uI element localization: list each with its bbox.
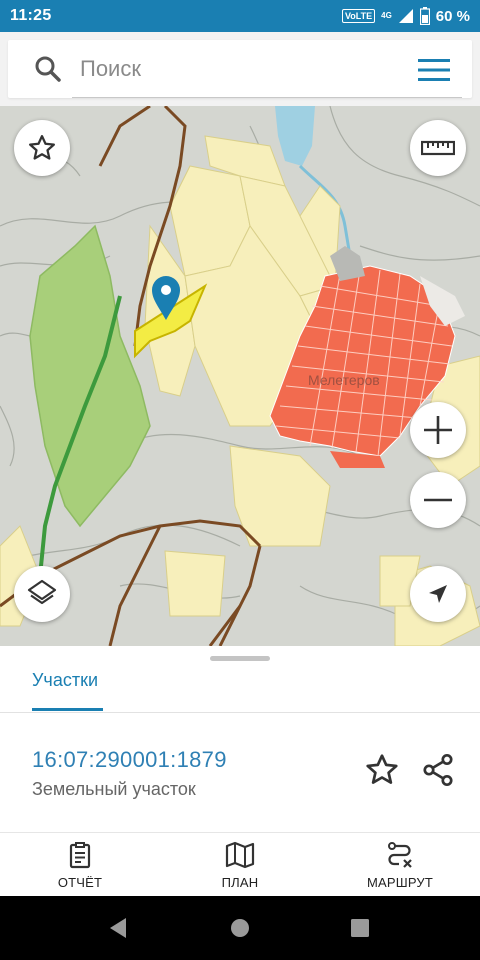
search-bar[interactable]: Поиск	[8, 40, 472, 98]
volte-badge: VoLTE	[341, 9, 376, 23]
status-time: 11:25	[10, 7, 52, 24]
clipboard-icon	[69, 842, 91, 869]
bottom-nav: ОТЧЁТ ПЛАН МАРШРУТ	[0, 832, 480, 896]
battery-icon	[419, 7, 430, 25]
back-icon[interactable]	[108, 917, 128, 939]
system-nav-bar	[0, 896, 480, 960]
parcel-list-item[interactable]: 16:07:290001:1879 Земельный участок	[0, 730, 480, 814]
search-header: Поиск	[0, 32, 480, 106]
layers-button[interactable]	[14, 566, 70, 622]
nav-report[interactable]: ОТЧЁТ	[40, 833, 120, 897]
zoom-in-button[interactable]	[410, 402, 466, 458]
minus-icon	[424, 498, 452, 502]
menu-icon[interactable]	[418, 58, 450, 82]
battery-level: 60 %	[435, 7, 470, 25]
zoom-out-button[interactable]	[410, 472, 466, 528]
status-icons: VoLTE 4G 60 %	[341, 7, 470, 25]
nav-plan[interactable]: ПЛАН	[200, 833, 280, 897]
parcel-cadastral-number[interactable]: 16:07:290001:1879	[32, 747, 227, 773]
bottom-sheet: Участки 16:07:290001:1879 Земельный учас…	[0, 646, 480, 832]
search-icon[interactable]	[34, 55, 62, 83]
sheet-drag-handle[interactable]	[210, 656, 270, 661]
recents-icon[interactable]	[350, 918, 370, 938]
share-icon[interactable]	[420, 752, 456, 788]
nav-route[interactable]: МАРШРУТ	[350, 833, 450, 897]
measure-button[interactable]	[410, 120, 466, 176]
map-settlement-label: Мелетеров	[308, 372, 380, 388]
map-icon	[225, 841, 255, 869]
nav-report-label: ОТЧЁТ	[57, 875, 103, 890]
parcel-type: Земельный участок	[32, 779, 196, 799]
nav-plan-label: ПЛАН	[221, 875, 259, 890]
layers-icon	[27, 579, 57, 605]
search-underline	[72, 97, 462, 98]
ruler-icon	[421, 140, 455, 156]
map-view[interactable]: Мелетеров	[0, 106, 480, 646]
signal-icon	[398, 9, 413, 23]
star-outline-icon[interactable]	[364, 752, 400, 788]
app-screen: 11:25 VoLTE 4G 60 % Поиск Мелетеров Учас…	[0, 0, 480, 960]
search-input[interactable]: Поиск	[80, 56, 141, 82]
favorite-map-button[interactable]	[14, 120, 70, 176]
map-canvas[interactable]	[0, 106, 480, 646]
tab-indicator	[32, 708, 103, 711]
plus-icon	[424, 416, 452, 444]
home-icon[interactable]	[230, 918, 250, 938]
star-outline-icon	[29, 135, 55, 160]
route-icon	[388, 842, 412, 868]
network-type: 4G	[381, 11, 392, 20]
nav-route-label: МАРШРУТ	[366, 875, 434, 890]
navigation-arrow-icon	[429, 585, 447, 603]
tab-parcels-label: Участки	[32, 670, 98, 690]
status-bar: 11:25 VoLTE 4G 60 %	[0, 0, 480, 32]
my-location-button[interactable]	[410, 566, 466, 622]
tab-parcels[interactable]: Участки	[32, 670, 103, 712]
sheet-divider	[0, 712, 480, 713]
